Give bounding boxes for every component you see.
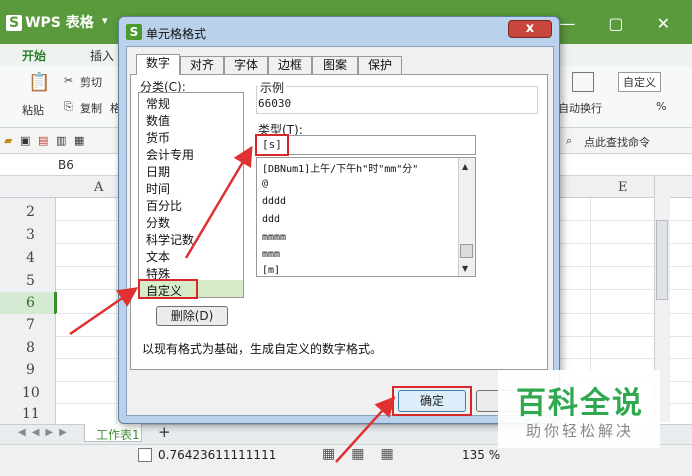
- category-item-time[interactable]: 时间: [146, 180, 170, 197]
- category-item-number[interactable]: 数值: [146, 112, 170, 129]
- format-item[interactable]: dddd: [262, 196, 286, 207]
- wrap-text-button[interactable]: 自动换行: [558, 100, 602, 116]
- category-item-text[interactable]: 文本: [146, 248, 170, 265]
- close-button[interactable]: x: [508, 20, 552, 38]
- scroll-up-icon[interactable]: ▲: [462, 162, 468, 171]
- column-header-e[interactable]: E: [618, 180, 628, 195]
- app-menu-chevron-icon[interactable]: ▾: [102, 14, 108, 27]
- scroll-down-icon[interactable]: ▼: [462, 264, 468, 273]
- paste-icon[interactable]: 📋: [28, 72, 50, 93]
- dialog-title: 单元格格式: [146, 27, 207, 41]
- sample-value: 66030: [258, 97, 292, 110]
- calculator-icon[interactable]: [138, 448, 152, 462]
- row-header[interactable]: 8: [26, 340, 35, 356]
- cell-reference-box[interactable]: B6: [58, 158, 74, 172]
- wps-logo-icon: S: [6, 15, 23, 31]
- format-item[interactable]: [m]: [262, 265, 280, 276]
- sheet-tab-label[interactable]: 工作表1: [96, 426, 140, 443]
- row-header[interactable]: 4: [26, 250, 35, 266]
- category-item-currency[interactable]: 货币: [146, 129, 170, 146]
- app-name: WPS 表格: [25, 15, 94, 31]
- vertical-scroll-thumb[interactable]: [656, 220, 668, 300]
- wps-logo-icon: S: [126, 24, 142, 40]
- category-item-scientific[interactable]: 科学记数: [146, 231, 194, 248]
- row-header[interactable]: 10: [22, 385, 40, 401]
- search-icon[interactable]: ⌕: [566, 134, 572, 148]
- category-item-accounting[interactable]: 会计专用: [146, 146, 194, 163]
- zoom-level[interactable]: 135 %: [462, 448, 500, 462]
- row-header[interactable]: 2: [26, 204, 35, 220]
- save-icon[interactable]: ▣: [20, 134, 30, 147]
- row-header-active[interactable]: 6: [26, 295, 35, 311]
- sheet-nav-arrows-icon[interactable]: ◀◀▶▶: [18, 427, 73, 438]
- row-header[interactable]: 9: [26, 362, 35, 378]
- cut-button[interactable]: 剪切: [80, 74, 102, 90]
- app-title: S WPS 表格: [6, 12, 94, 32]
- format-item[interactable]: ddd: [262, 214, 280, 225]
- tab-number[interactable]: 数字: [136, 54, 180, 75]
- tab-border[interactable]: 边框: [268, 56, 312, 74]
- delete-button[interactable]: 删除(D): [156, 306, 228, 326]
- row-header[interactable]: 5: [26, 273, 35, 289]
- grid-line: [116, 198, 117, 424]
- print-icon[interactable]: ▥: [56, 134, 66, 147]
- find-command-field[interactable]: 点此查找命令: [584, 134, 650, 150]
- category-item-date[interactable]: 日期: [146, 163, 170, 180]
- format-code-list[interactable]: [256, 157, 476, 277]
- paste-button[interactable]: 粘贴: [22, 102, 44, 118]
- format-item[interactable]: [DBNum1]上午/下午h"时"mm"分": [262, 160, 418, 175]
- tab-protection[interactable]: 保护: [358, 56, 402, 74]
- format-item[interactable]: mmm: [262, 249, 280, 260]
- status-sum-value: 0.76423611111111: [158, 448, 277, 462]
- ribbon-tab-start[interactable]: 开始: [22, 47, 46, 64]
- category-item-fraction[interactable]: 分数: [146, 214, 170, 231]
- watermark-subtitle: 助你轻松解决: [526, 422, 635, 440]
- copy-button[interactable]: 复制: [80, 100, 102, 116]
- format-list-scroll-thumb[interactable]: [460, 244, 473, 258]
- print-preview-icon[interactable]: ▦: [74, 134, 84, 147]
- copy-icon[interactable]: ⎘: [64, 100, 73, 114]
- ribbon-tab-insert[interactable]: 插入: [90, 47, 114, 64]
- sample-label: 示例: [258, 79, 287, 96]
- ok-button-highlight: [392, 386, 472, 416]
- tab-font[interactable]: 字体: [224, 56, 268, 74]
- format-list-scrollbar[interactable]: [458, 158, 475, 276]
- format-item[interactable]: mmmm: [262, 232, 286, 243]
- type-input[interactable]: [256, 135, 476, 155]
- tab-alignment[interactable]: 对齐: [180, 56, 224, 74]
- column-header-a[interactable]: A: [94, 180, 103, 195]
- open-folder-icon[interactable]: ▰: [4, 134, 12, 147]
- row-header[interactable]: 7: [26, 317, 35, 333]
- row-header[interactable]: 11: [22, 406, 40, 422]
- add-sheet-button[interactable]: +: [158, 423, 171, 441]
- export-pdf-icon[interactable]: ▤: [38, 134, 48, 147]
- tab-pattern[interactable]: 图案: [312, 56, 358, 74]
- sample-group: [256, 86, 538, 114]
- scissors-icon[interactable]: ✂: [64, 74, 73, 87]
- active-row-marker: [54, 292, 57, 314]
- format-item[interactable]: @: [262, 178, 268, 189]
- category-item-percentage[interactable]: 百分比: [146, 197, 182, 214]
- category-item-general[interactable]: 常规: [146, 95, 170, 112]
- row-header[interactable]: 3: [26, 227, 35, 243]
- percent-button[interactable]: %: [656, 100, 666, 113]
- view-mode-icons[interactable]: ▦▦▦: [322, 446, 410, 462]
- number-format-select[interactable]: 自定义: [618, 72, 661, 92]
- wrap-text-icon[interactable]: [572, 72, 594, 92]
- type-input-highlight: [255, 134, 289, 156]
- custom-format-description: 以现有格式为基础，生成自定义的数字格式。: [142, 342, 383, 356]
- custom-category-highlight: [138, 279, 198, 299]
- watermark-title: 百科全说: [516, 386, 644, 421]
